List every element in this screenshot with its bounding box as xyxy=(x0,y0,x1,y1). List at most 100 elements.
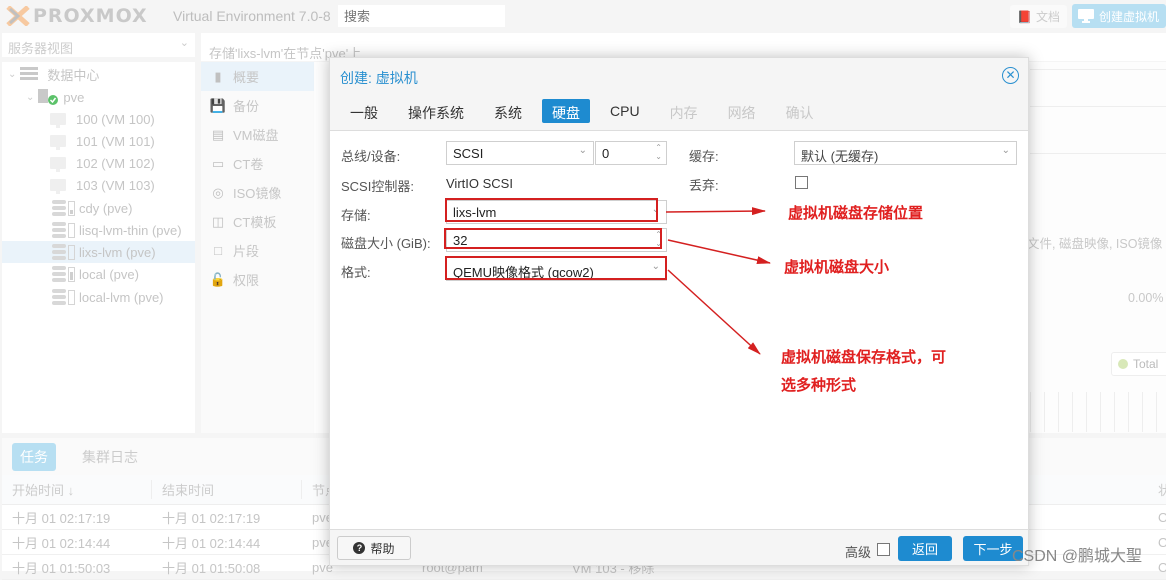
subnav-vm-disks[interactable]: ▤ VM磁盘 xyxy=(201,120,314,149)
bus-label: 总线/设备: xyxy=(341,149,401,164)
tab-disks[interactable]: 硬盘 xyxy=(542,99,590,123)
col-end-time[interactable]: 结束时间 xyxy=(152,480,302,499)
tree-item-vm[interactable]: 102 (VM 102) xyxy=(50,152,155,174)
usage-bar xyxy=(68,200,75,216)
proxmox-logo[interactable]: PROXMOX xyxy=(6,5,148,27)
controller-label: SCSI控制器: xyxy=(341,179,414,194)
bus-value: SCSI xyxy=(453,146,484,161)
device-value: 0 xyxy=(602,146,610,161)
tree-item-storage-selected[interactable]: lixs-lvm (pve) xyxy=(2,241,195,263)
resource-tree: ⌄ 数据中心 ⌄ pve 100 (VM 100) 101 (VM 101) 1… xyxy=(2,62,195,433)
create-vm-label: 创建虚拟机 xyxy=(1099,9,1160,24)
format-select[interactable]: QEMU映像格式 (qcow2) ⌄ xyxy=(446,257,667,281)
subnav-summary[interactable]: ▮ 概要 xyxy=(201,62,314,91)
usage-chart-grid xyxy=(1030,392,1166,432)
storage-select[interactable]: lixs-lvm ⌄ xyxy=(446,200,667,224)
tab-memory: 内存 xyxy=(669,105,698,121)
col-start-time[interactable]: 开始时间 ↓ xyxy=(2,480,152,499)
close-icon[interactable]: ✕ xyxy=(1002,67,1019,84)
tab-network: 网络 xyxy=(727,105,756,121)
usage-bar xyxy=(68,244,75,260)
chevron-down-icon[interactable]: ⌄ xyxy=(8,69,16,80)
subnav-permissions[interactable]: 🔓 权限 xyxy=(201,265,314,294)
cache-select[interactable]: 默认 (无缓存) ⌄ xyxy=(794,141,1017,165)
tree-item-datacenter[interactable]: ⌄ 数据中心 xyxy=(8,63,99,85)
subnav-label: ISO镜像 xyxy=(233,186,282,201)
tree-item-label: 101 (VM 101) xyxy=(76,133,155,149)
bus-select[interactable]: SCSI ⌄ xyxy=(446,141,594,165)
tab-tasks[interactable]: 任务 xyxy=(12,442,56,471)
tree-item-vm[interactable]: 100 (VM 100) xyxy=(50,108,155,130)
view-select-value: 服务器视图 xyxy=(8,41,74,56)
tree-item-label: pve xyxy=(63,89,85,105)
subnav-label: 权限 xyxy=(233,273,260,288)
tree-item-storage[interactable]: local-lvm (pve) xyxy=(52,286,164,308)
device-number-stepper[interactable]: 0 ⌃ ⌄ xyxy=(595,141,667,165)
spinner-icon[interactable]: ⌃ ⌄ xyxy=(655,230,662,248)
docs-label: 文档 xyxy=(1035,10,1060,24)
subnav-iso-images[interactable]: ◎ ISO镜像 xyxy=(201,178,314,207)
tree-item-vm[interactable]: 103 (VM 103) xyxy=(50,174,155,196)
view-select[interactable]: 服务器视图 ⌄ xyxy=(2,33,195,57)
vm-icon xyxy=(50,113,66,128)
back-button[interactable]: 返回 xyxy=(898,536,952,561)
tab-confirm: 确认 xyxy=(785,105,814,121)
create-vm-button[interactable]: 创建虚拟机 xyxy=(1072,4,1166,28)
docs-button[interactable]: 📕 文档 xyxy=(1010,5,1067,28)
discard-label: 丢弃: xyxy=(689,178,719,193)
disk-size-stepper[interactable]: 32 ⌃ ⌄ xyxy=(446,228,667,252)
help-button[interactable]: ? 帮助 xyxy=(337,536,411,560)
usage-bar xyxy=(68,289,75,305)
subnav-backup[interactable]: 💾 备份 xyxy=(201,91,314,120)
advanced-checkbox[interactable] xyxy=(877,543,890,556)
task-end: 十月 01 01:50:08 xyxy=(162,560,261,576)
vm-icon xyxy=(50,157,66,172)
floppy-icon: 💾 xyxy=(209,97,227,113)
task-status: OK xyxy=(1158,559,1166,575)
chevron-down-icon: ⌄ xyxy=(651,204,660,215)
create-vm-dialog: 创建: 虚拟机 ✕ 一般 操作系统 系统 硬盘 CPU 内存 网络 确认 总线/… xyxy=(329,57,1029,566)
storage-icon xyxy=(52,200,66,216)
subnav-label: CT卷 xyxy=(233,157,264,172)
discard-checkbox[interactable] xyxy=(795,176,808,189)
storage-subnav: ▮ 概要 💾 备份 ▤ VM磁盘 ▭ CT卷 ◎ ISO镜像 ◫ CT模板 □ 片段 🔓 权限 xyxy=(201,62,314,433)
annotation-disk-size: 虚拟机磁盘大小 xyxy=(784,258,890,276)
tree-item-storage[interactable]: local (pve) xyxy=(52,263,139,285)
node-online-icon xyxy=(38,89,59,105)
vm-icon xyxy=(50,135,66,150)
dialog-title: 创建: 虚拟机 xyxy=(340,70,418,86)
subnav-ct-templates[interactable]: ◫ CT模板 xyxy=(201,207,314,236)
book-icon: 📕 xyxy=(1017,9,1032,24)
col-status[interactable]: 状态 xyxy=(1148,480,1166,499)
chevron-down-icon: ⌄ xyxy=(578,145,587,156)
snippet-file-icon: □ xyxy=(214,243,222,258)
tab-os[interactable]: 操作系统 xyxy=(398,99,474,123)
tree-item-label: 数据中心 xyxy=(47,67,100,83)
task-start: 十月 01 02:17:19 xyxy=(12,510,111,526)
cache-value: 默认 (无缓存) xyxy=(801,149,879,164)
task-status: OK xyxy=(1158,534,1166,550)
tree-item-storage[interactable]: lisq-lvm-thin (pve) xyxy=(52,219,182,241)
tab-cluster-log[interactable]: 集群日志 xyxy=(74,443,146,471)
tree-item-node-pve[interactable]: ⌄ pve xyxy=(26,86,84,108)
usage-bar xyxy=(68,266,75,282)
search-input[interactable] xyxy=(338,5,505,27)
subnav-snippets[interactable]: □ 片段 xyxy=(201,236,314,265)
spinner-icon[interactable]: ⌃ ⌄ xyxy=(655,143,662,161)
subnav-label: VM磁盘 xyxy=(233,128,279,143)
tree-item-vm[interactable]: 101 (VM 101) xyxy=(50,130,155,152)
tree-item-storage[interactable]: cdy (pve) xyxy=(52,197,132,219)
chart-legend-total[interactable]: Total xyxy=(1111,352,1166,376)
tree-item-label: lixs-lvm (pve) xyxy=(79,244,156,260)
tab-cpu[interactable]: CPU xyxy=(600,99,650,123)
tree-item-label: local-lvm (pve) xyxy=(79,289,164,305)
task-start: 十月 01 02:14:44 xyxy=(12,535,111,551)
tree-item-label: local (pve) xyxy=(79,266,139,282)
tab-general[interactable]: 一般 xyxy=(340,99,388,123)
watermark: CSDN @鹏城大聖 xyxy=(1012,548,1143,565)
monitor-icon xyxy=(1078,9,1094,23)
subnav-ct-volumes[interactable]: ▭ CT卷 xyxy=(201,149,314,178)
chevron-down-icon[interactable]: ⌄ xyxy=(26,92,34,103)
tab-system[interactable]: 系统 xyxy=(484,99,532,123)
datacenter-icon xyxy=(20,67,39,80)
